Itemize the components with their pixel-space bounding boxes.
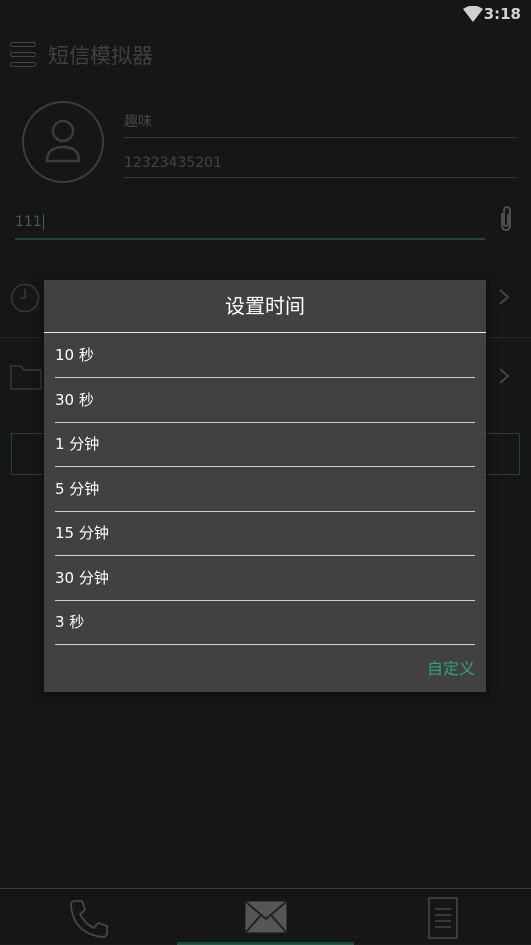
time-option[interactable]: 3 秒 bbox=[55, 600, 475, 645]
set-time-dialog: 设置时间 10 秒 30 秒 1 分钟 5 分钟 15 分钟 30 分钟 3 秒… bbox=[44, 280, 486, 692]
dialog-title: 设置时间 bbox=[44, 280, 486, 333]
time-option[interactable]: 1 分钟 bbox=[55, 422, 475, 467]
time-option[interactable]: 30 秒 bbox=[55, 378, 475, 423]
time-option[interactable]: 30 分钟 bbox=[55, 556, 475, 601]
time-option[interactable]: 10 秒 bbox=[55, 333, 475, 378]
time-option[interactable]: 15 分钟 bbox=[55, 511, 475, 556]
custom-time-button[interactable]: 自定义 bbox=[427, 655, 475, 679]
time-option[interactable]: 5 分钟 bbox=[55, 467, 475, 512]
